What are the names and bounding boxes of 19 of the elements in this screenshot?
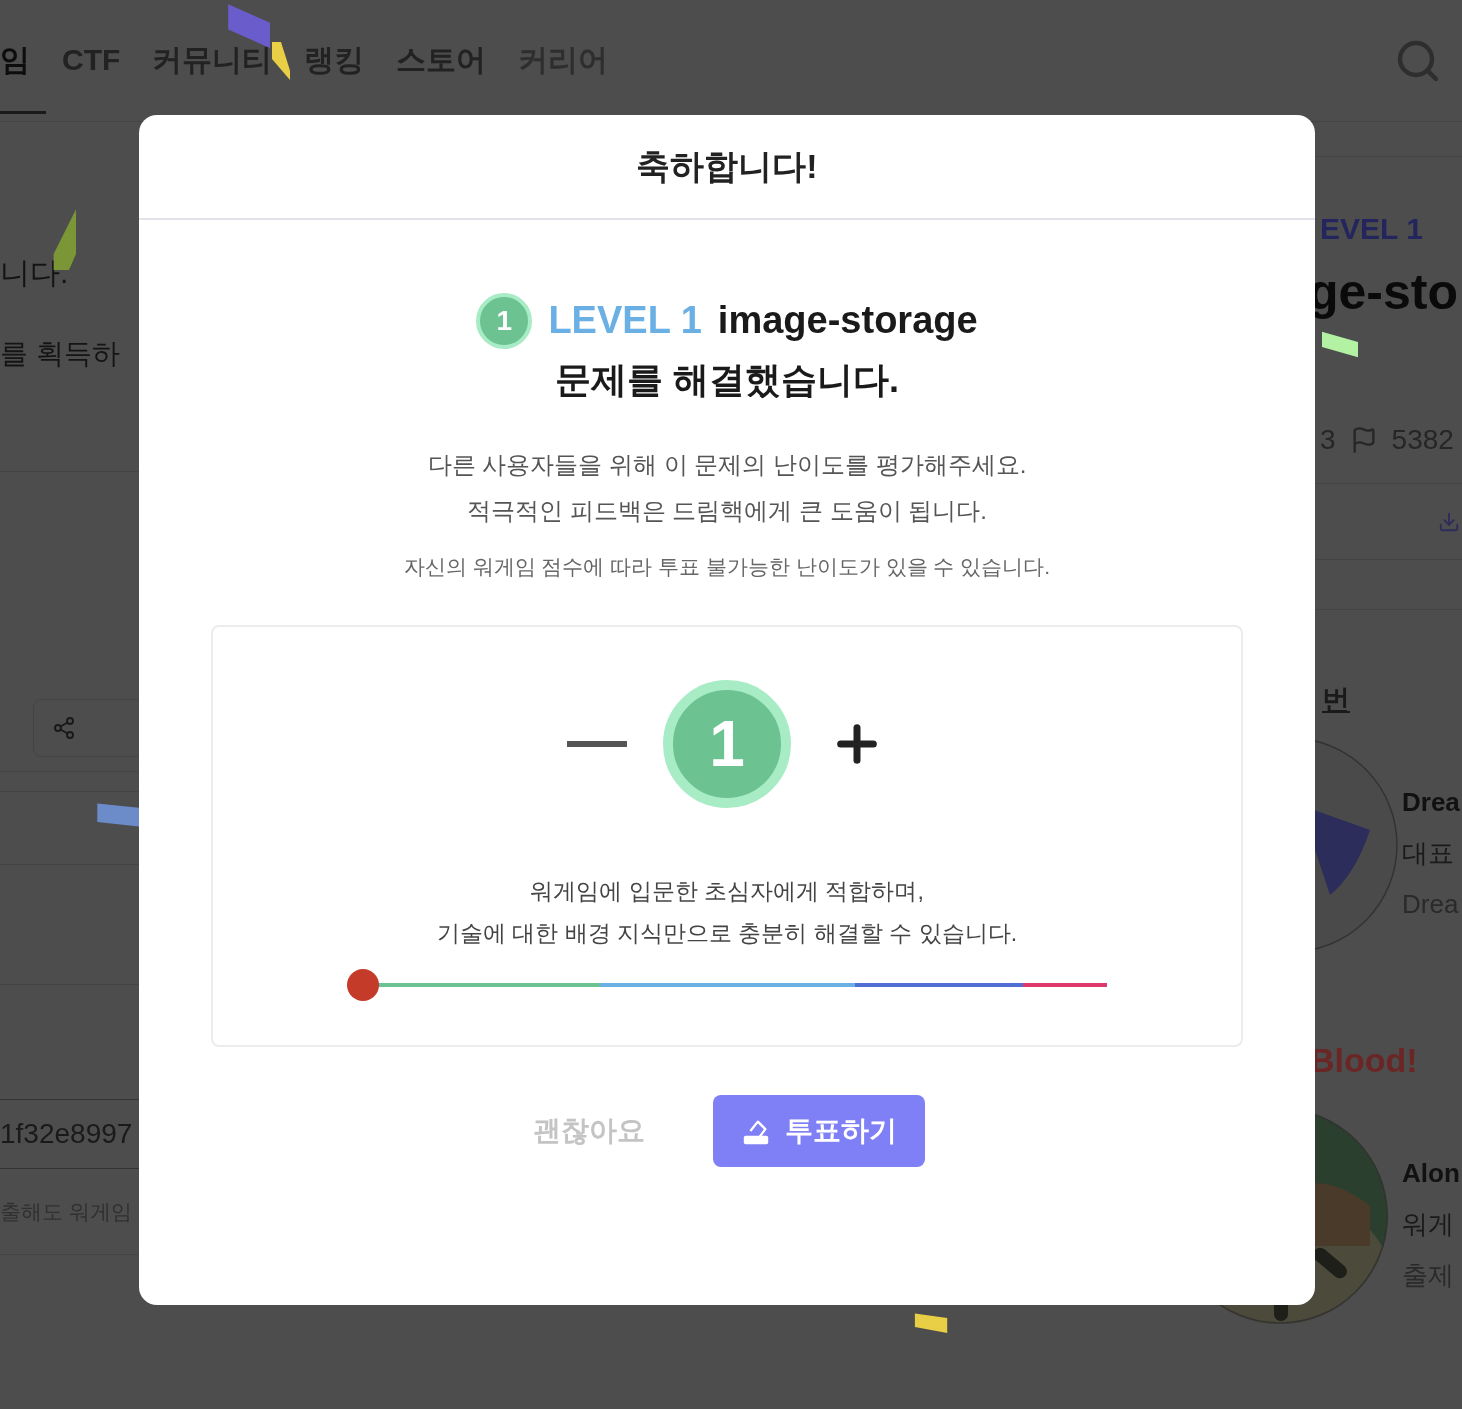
- nav-tab[interactable]: 임: [0, 0, 46, 114]
- dismiss-button[interactable]: 괜찮아요: [529, 1109, 649, 1152]
- user-name: Alon: [1402, 1157, 1460, 1190]
- level-label: LEVEL 1: [548, 298, 702, 343]
- prompt-text: 적극적인 피드백은 드림핵에게 큰 도움이 됩니다.: [467, 496, 987, 526]
- challenge-name: image-storage: [717, 298, 978, 343]
- body-text: 를 획득하: [0, 337, 121, 371]
- note-text: 자신의 워게임 점수에 따라 투표 불가능한 난이도가 있을 수 있습니다.: [403, 554, 1051, 580]
- challenge-title: ge-sto: [1308, 267, 1459, 317]
- rating-value: 1: [663, 679, 791, 808]
- vote-button[interactable]: 투표하기: [713, 1094, 925, 1167]
- prompt-text: 다른 사용자들을 위해 이 문제의 난이도를 평가해주세요.: [427, 450, 1027, 480]
- rating-description: 워게임에 입문한 초심자에게 적합하며,: [530, 876, 924, 906]
- dialog-title: 축하합니다!: [636, 146, 818, 187]
- body-text: 니다.: [0, 255, 70, 291]
- solved-text: 문제를 해결했습니다.: [555, 358, 899, 402]
- author-name: Drea: [1402, 786, 1460, 819]
- level-badge: 1: [476, 292, 533, 349]
- rating-description: 기술에 대한 배경 지식만으로 충분히 해결할 수 있습니다.: [436, 919, 1018, 948]
